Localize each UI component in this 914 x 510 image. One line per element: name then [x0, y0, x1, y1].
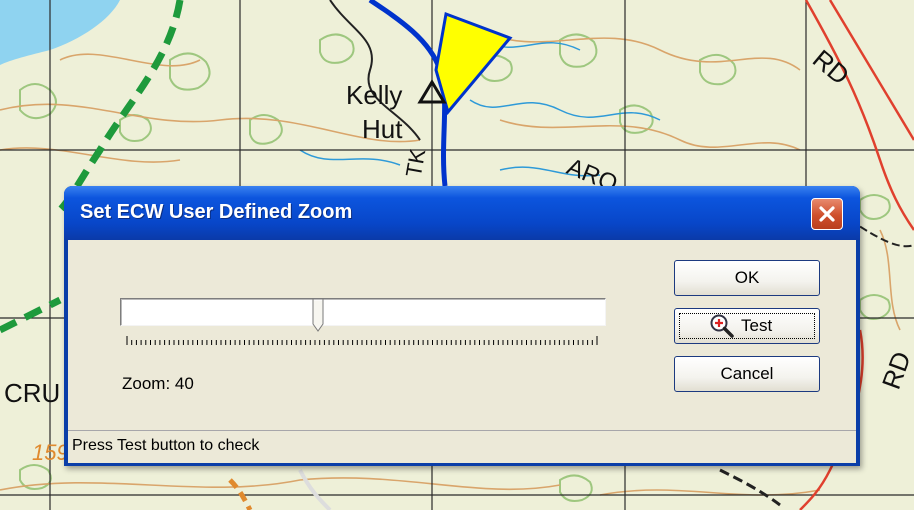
zoom-dialog: Set ECW User Defined Zoom Zoom: 40 OK Te…: [64, 186, 860, 466]
slider-thumb[interactable]: [312, 298, 324, 332]
test-button-label: Test: [741, 316, 773, 335]
close-icon: [819, 206, 835, 222]
ok-button[interactable]: OK: [674, 260, 820, 296]
map-label-hut: Hut: [362, 114, 403, 144]
zoom-value-label: Zoom: 40: [122, 374, 194, 393]
map-label-tk: TK: [400, 146, 431, 179]
title-bar[interactable]: Set ECW User Defined Zoom: [64, 186, 860, 240]
status-bar: Press Test button to check: [68, 430, 856, 463]
zoom-slider[interactable]: [120, 298, 606, 326]
map-label-cru: CRU: [4, 378, 61, 408]
status-text: Press Test button to check: [72, 437, 260, 454]
dialog-client: Zoom: 40 OK Test Cancel Press Test butto…: [68, 240, 856, 463]
dialog-title: Set ECW User Defined Zoom: [80, 201, 353, 223]
slider-ticks: [126, 336, 598, 345]
zoom-in-magnifier-icon: [710, 314, 734, 338]
map-label-kelly: Kelly: [346, 80, 403, 110]
ok-button-label: OK: [734, 268, 760, 287]
cancel-button-label: Cancel: [720, 364, 774, 383]
close-button[interactable]: [811, 198, 843, 230]
cancel-button[interactable]: Cancel: [674, 356, 820, 392]
test-button[interactable]: Test: [674, 308, 820, 344]
